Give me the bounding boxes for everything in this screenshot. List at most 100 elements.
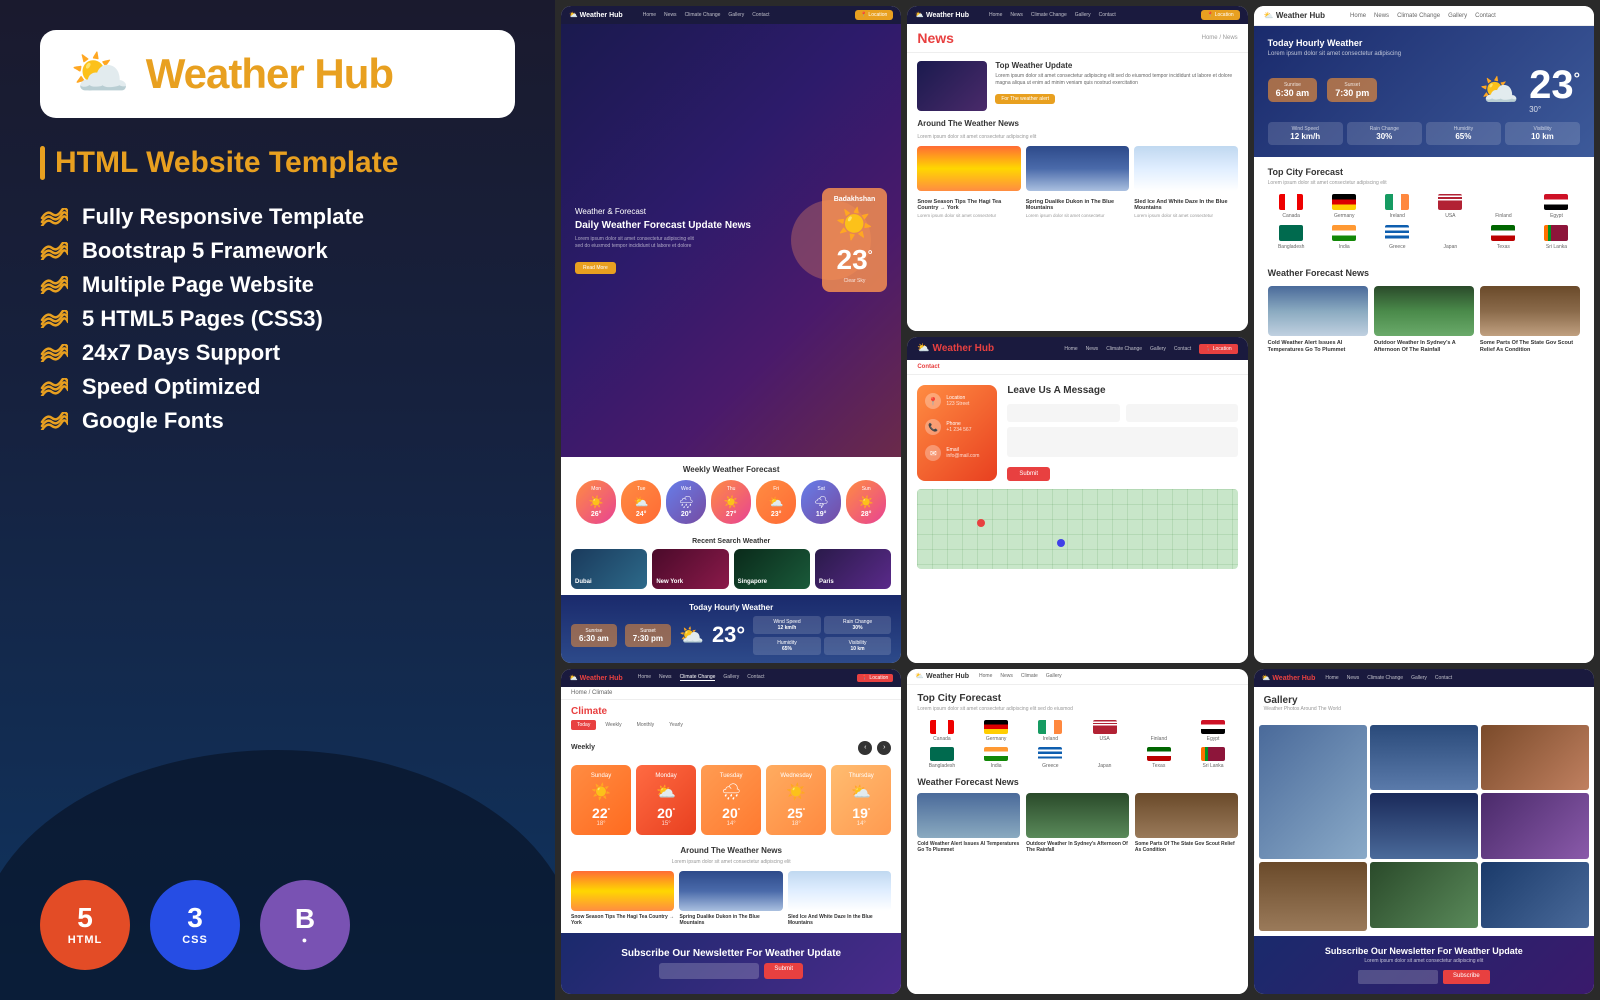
feature-item-2: Bootstrap 5 Framework <box>40 238 515 264</box>
wave-icon-6 <box>40 378 68 396</box>
fn-img-1 <box>1268 286 1368 336</box>
hourly-nav: ⛅ Weather Hub Home News Climate Change G… <box>1254 6 1594 26</box>
location-icon: 📍 <box>925 393 941 409</box>
fn-img-3 <box>1480 286 1580 336</box>
climate-weather-cards: Sunday ☀️ 22° 18° Monday ⛅ 20° 15° Tuesd… <box>561 760 901 840</box>
badge-css: 3 CSS <box>150 880 240 970</box>
wfn-1: Cold Weather Alert Issues Al Temperature… <box>917 793 1020 853</box>
cn-img-3 <box>788 871 891 911</box>
wfn-grid: Cold Weather Alert Issues Al Temperature… <box>917 793 1237 853</box>
weekly-card-6: Sat 🌩 19° <box>801 480 841 524</box>
around-title: Around The Weather News <box>917 119 1237 128</box>
subscribe-btn[interactable]: Subscribe <box>1443 970 1490 984</box>
feature-label-2: Bootstrap 5 Framework <box>82 238 328 264</box>
contact-submit-btn[interactable]: Submit <box>1007 467 1050 481</box>
recent-card-sg: Singapore <box>734 549 810 589</box>
newsletter-submit[interactable]: Submit <box>764 963 803 979</box>
news-main-image <box>917 61 987 111</box>
gallery-img-4 <box>1370 793 1478 859</box>
country-finland: Finland <box>1480 194 1527 219</box>
cf-header: ⛅ Weather Hub Home News Climate Gallery <box>907 669 1247 685</box>
cf-country-grid: Canada Germany Ireland USA <box>917 720 1237 769</box>
cf-japan: Japan <box>1080 747 1129 769</box>
newsletter-input[interactable] <box>659 963 759 979</box>
left-panel: ⛅ Weather Hub HTML Website Template Full… <box>0 0 555 1000</box>
ss-nav-main: ⛅ Weather Hub Home News Climate Change G… <box>561 6 901 24</box>
climate-title-row: Climate Today Weekly Monthly Yearly <box>561 700 901 736</box>
wfn-3: Some Parts Of The State Gov Scout Relief… <box>1135 793 1238 853</box>
badge-bootstrap: B ● <box>260 880 350 970</box>
contact-form-area: Leave Us A Message Submit <box>1007 385 1237 481</box>
wave-icon-2 <box>40 242 68 260</box>
contact-map <box>917 489 1237 569</box>
feature-item-1: Fully Responsive Template <box>40 204 515 230</box>
wfn-title: Weather Forecast News <box>917 777 1237 787</box>
news-header: News Home / News <box>907 24 1247 53</box>
fn-item-1: Cold Weather Alert Issues Al Temperature… <box>1268 286 1368 354</box>
flag-bangladesh <box>1279 225 1303 241</box>
cf-flag-bd <box>930 747 954 761</box>
hourly-body: Today Hourly Weather Lorem ipsum dolor s… <box>1254 26 1594 663</box>
contact-message-input[interactable] <box>1007 427 1237 457</box>
screenshots-grid: ⛅ Weather Hub Home News Climate Change G… <box>555 0 1600 1000</box>
cw-card-5: Thursday ⛅ 19° 14° <box>831 765 891 835</box>
hero-temp-card: Badakhshan ☀️ 23° Clear Sky <box>822 188 888 292</box>
cf-flag-japan <box>1093 747 1117 761</box>
gallery-img-1 <box>1259 725 1367 860</box>
cf-ireland: Ireland <box>1026 720 1075 742</box>
recent-card-paris: Paris <box>815 549 891 589</box>
hourly-header: Today Hourly Weather Lorem ipsum dolor s… <box>1254 26 1594 157</box>
visibility-box: Visibility 10 km <box>1505 122 1580 145</box>
contact-info-card: 📍 Location123 Street 📞 Phone+1 234 567 ✉… <box>917 385 997 481</box>
country-canada: Canada <box>1268 194 1315 219</box>
wave-icon-7 <box>40 412 68 430</box>
newsletter-section: Subscribe Our Newsletter For Weather Upd… <box>561 933 901 994</box>
news-body: Top Weather Update Lorem ipsum dolor sit… <box>907 53 1247 331</box>
cn-item-1: Snow Season Tips The Hagi Tea Country → … <box>571 871 674 927</box>
badge-html: 5 HTML <box>40 880 130 970</box>
contact-email-input[interactable] <box>1126 404 1238 422</box>
wave-icon-5 <box>40 344 68 362</box>
ss-nav-logo: ⛅ Weather Hub <box>569 11 623 19</box>
cf-flag-india <box>984 747 1008 761</box>
screenshot-news: ⛅ Weather Hub Home News Climate Change G… <box>907 6 1247 331</box>
news-nav: ⛅ Weather Hub Home News Climate Change G… <box>907 6 1247 24</box>
country-india: India <box>1321 225 1368 250</box>
ss-hourly-mini: Today Hourly Weather Sunrise 6:30 am Sun… <box>561 595 901 663</box>
feature-label-5: 24x7 Days Support <box>82 340 280 366</box>
cn-img-1 <box>571 871 674 911</box>
weekly-card-3: Wed 🌧 20° <box>666 480 706 524</box>
country-kenya: Texas <box>1480 225 1527 250</box>
country-usa: USA <box>1427 194 1474 219</box>
flag-germany <box>1332 194 1356 210</box>
flag-kenya <box>1491 225 1515 241</box>
subscribe-input[interactable] <box>1358 970 1438 984</box>
hourly-nav-logo: ⛅ Weather Hub <box>1264 11 1325 20</box>
recent-cards: Dubai New York Singapore Paris <box>571 549 891 589</box>
wind-box: Wind Speed 12 km/h <box>1268 122 1343 145</box>
phone-icon: 📞 <box>925 419 941 435</box>
country-grid: Canada Germany Ireland USA <box>1268 194 1580 250</box>
fn-item-2: Outdoor Weather In Sydney's A Afternoon … <box>1374 286 1474 354</box>
country-ireland: Ireland <box>1374 194 1421 219</box>
news-top-article: Top Weather Update Lorem ipsum dolor sit… <box>917 61 1237 111</box>
recent-card-dubai: Dubai <box>571 549 647 589</box>
recent-card-ny: New York <box>652 549 728 589</box>
cf-flag-germany <box>984 720 1008 734</box>
cn-item-2: Spring Dualike Dukon in The Blue Mountai… <box>679 871 782 927</box>
feature-item-3: Multiple Page Website <box>40 272 515 298</box>
contact-name-input[interactable] <box>1007 404 1119 422</box>
subtitle: HTML Website Template <box>40 146 515 180</box>
nav-arrow-prev[interactable]: ‹ <box>858 741 872 755</box>
flag-usa <box>1438 194 1462 210</box>
nav-arrow-next[interactable]: › <box>877 741 891 755</box>
screenshot-main: ⛅ Weather Hub Home News Climate Change G… <box>561 6 901 663</box>
logo-text: Weather Hub <box>146 50 393 98</box>
fn-item-3: Some Parts Of The State Gov Scout Relief… <box>1480 286 1580 354</box>
hero-text: Weather & Forecast Daily Weather Forecas… <box>575 207 751 274</box>
flag-srilanka <box>1544 225 1568 241</box>
cf-flag-srilanka <box>1201 747 1225 761</box>
cf-srilanka: Sri Lanka <box>1188 747 1237 769</box>
features-list: Fully Responsive Template Bootstrap 5 Fr… <box>40 204 515 434</box>
cw-card-4: Wednesday ☀️ 25° 18° <box>766 765 826 835</box>
